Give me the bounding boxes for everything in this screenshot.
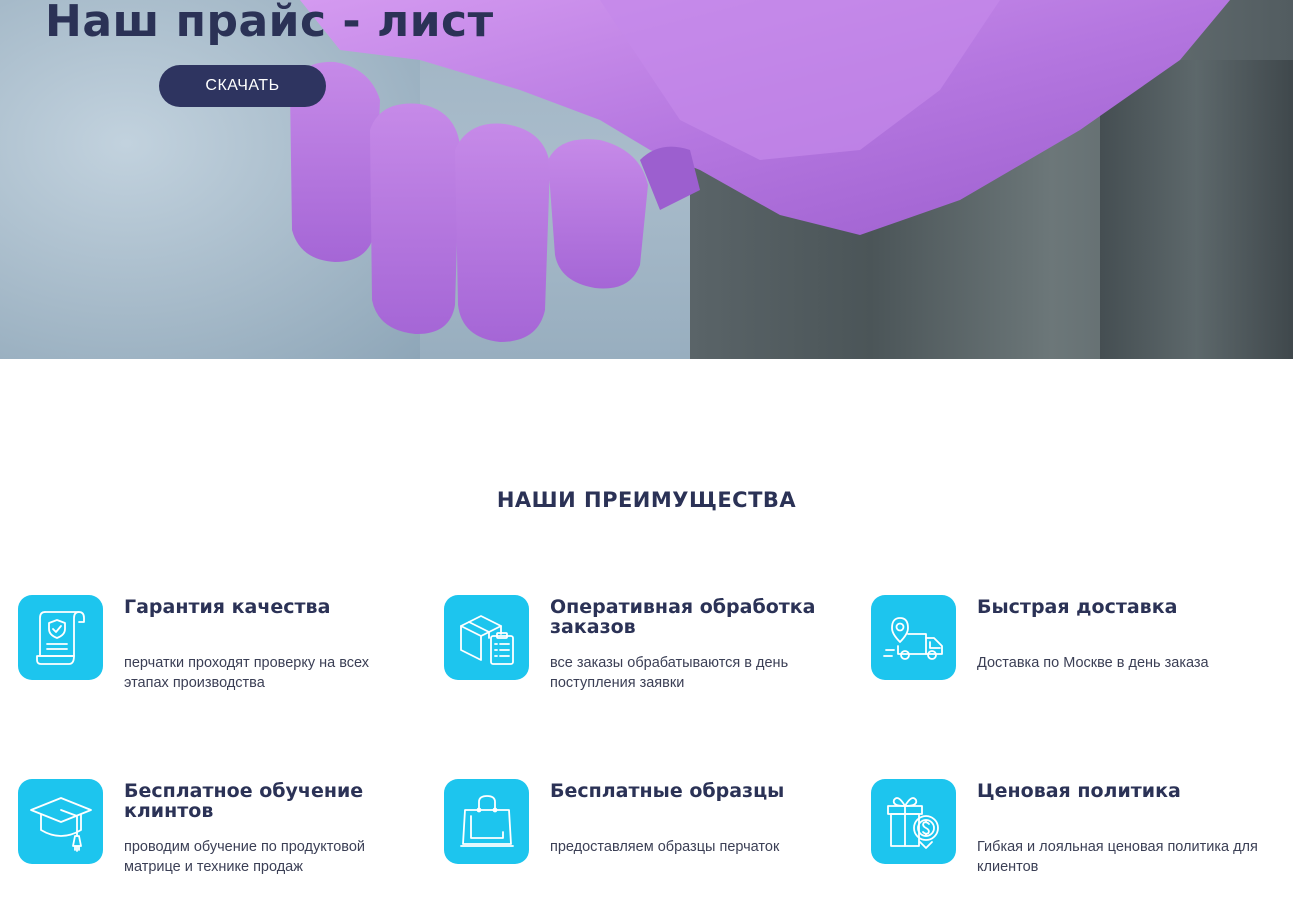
advantage-description: перчатки проходят проверку на всех этапа… (124, 655, 370, 691)
advantage-card-delivery: Быстрая доставка Доставка по Москве в де… (871, 595, 1271, 705)
hero-banner: Наш прайс - лист СКАЧАТЬ (0, 0, 1293, 359)
advantage-card-samples: Бесплатные образцы предоставляем образцы… (444, 779, 844, 889)
purple-glove-image (290, 0, 1230, 342)
download-price-button[interactable]: СКАЧАТЬ (159, 65, 326, 107)
advantage-title: Бесплатное обучение клинтов (124, 780, 364, 822)
shopping-bag-icon (444, 779, 529, 864)
advantage-title: Ценовая политика (977, 780, 1181, 802)
advantage-description: проводим обучение по продуктовой матрице… (124, 839, 366, 875)
advantage-description: Гибкая и лояльная ценовая политика для к… (977, 839, 1258, 875)
advantage-card-pricing: Ценовая политика Гибкая и лояльная ценов… (871, 779, 1271, 889)
advantage-card-training: Бесплатное обучение клинтов проводим обу… (18, 779, 418, 889)
advantage-description: все заказы обрабатываются в день поступл… (550, 655, 789, 691)
advantage-title: Оперативная обработка заказов (550, 596, 816, 638)
advantage-description: предоставляем образцы перчаток (550, 839, 780, 855)
graduation-cap-icon (18, 779, 103, 864)
advantage-card-orders: Оперативная обработка заказов все заказы… (444, 595, 844, 705)
advantage-title: Быстрая доставка (977, 596, 1178, 618)
hero-title: Наш прайс - лист (45, 0, 494, 47)
advantage-description: Доставка по Москве в день заказа (977, 655, 1209, 671)
advantage-title: Гарантия качества (124, 596, 331, 618)
box-checklist-icon (444, 595, 529, 680)
advantage-card-quality: Гарантия качества перчатки проходят пров… (18, 595, 418, 705)
advantages-title: НАШИ ПРЕИМУЩЕСТВА (496, 488, 797, 512)
certificate-icon (18, 595, 103, 680)
gift-price-icon (871, 779, 956, 864)
advantage-title: Бесплатные образцы (550, 780, 785, 802)
delivery-truck-icon (871, 595, 956, 680)
